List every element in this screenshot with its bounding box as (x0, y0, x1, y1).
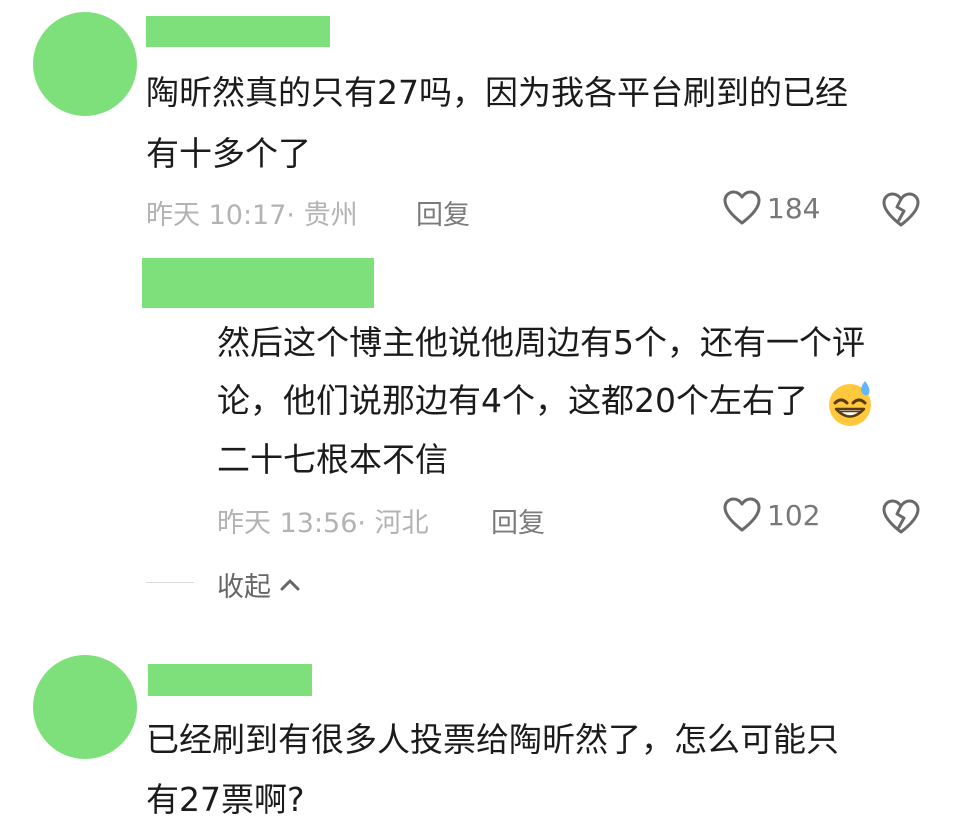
reply-text: 论，他们说那边有4个，这都20个左右了 (217, 381, 808, 420)
broken-heart-icon (882, 192, 920, 227)
collapse-replies-button[interactable]: 收起 (217, 565, 301, 604)
like-count: 102 (767, 498, 821, 532)
reply-button[interactable]: 回复 (491, 501, 545, 540)
like-count: 184 (767, 191, 821, 225)
like-button[interactable]: 102 (723, 497, 820, 533)
username-placeholder[interactable] (146, 16, 330, 47)
sweat-grin-emoji (828, 380, 871, 426)
reply-username-placeholder[interactable] (142, 258, 374, 308)
dislike-button[interactable] (882, 192, 920, 228)
collapse-label: 收起 (217, 572, 271, 603)
dislike-button[interactable] (882, 499, 920, 535)
reply-meta: 昨天 13:56· 河北 (217, 501, 429, 540)
heart-outline-icon (723, 497, 761, 532)
broken-heart-icon (882, 499, 920, 534)
comment-text-line: 陶昕然真的只有27吗，因为我各平台刷到的已经 (146, 73, 848, 112)
avatar[interactable] (33, 12, 137, 116)
reply-time: 昨天 13:56 (217, 508, 358, 539)
collapse-divider (146, 582, 194, 583)
username-placeholder[interactable] (148, 664, 312, 696)
avatar[interactable] (33, 655, 137, 759)
reply-text-line: 二十七根本不信 (217, 440, 448, 479)
reply-text-line: 然后这个博主他说他周边有5个，还有一个评 (217, 323, 865, 362)
reply-text-line: 论，他们说那边有4个，这都20个左右了 (217, 374, 875, 428)
comment-location: · 贵州 (286, 200, 358, 231)
comment-time: 昨天 10:17 (146, 200, 287, 231)
chevron-up-icon (280, 579, 300, 590)
reply-location: · 河北 (357, 508, 429, 539)
reply-button[interactable]: 回复 (416, 193, 470, 232)
heart-outline-icon (723, 190, 761, 225)
comment-text-line: 已经刷到有很多人投票给陶昕然了，怎么可能只 (146, 720, 839, 759)
comment-meta: 昨天 10:17· 贵州 (146, 193, 358, 232)
comment-text-line: 有十多个了 (146, 134, 311, 173)
like-button[interactable]: 184 (723, 190, 820, 226)
comment-text-line: 有27票啊? (146, 780, 305, 819)
